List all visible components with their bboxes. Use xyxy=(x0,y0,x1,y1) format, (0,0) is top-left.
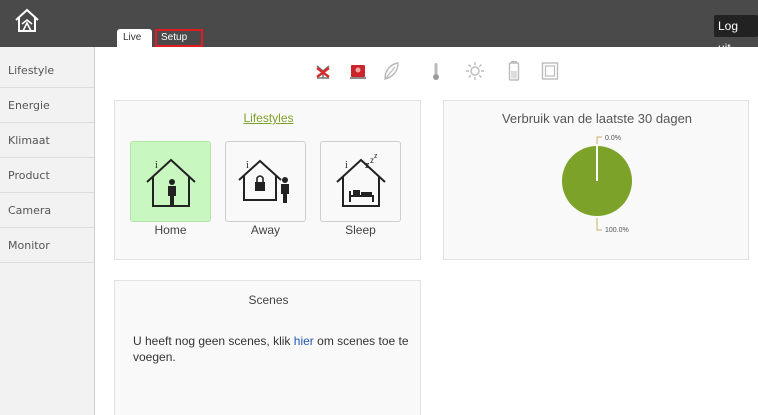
home-bed-icon: z z z i xyxy=(336,153,386,207)
sidebar-item-klimaat[interactable]: Klimaat xyxy=(0,123,94,158)
lifestyle-sleep-label: Sleep xyxy=(345,223,376,237)
window-icon[interactable] xyxy=(540,60,560,82)
network-disconnected-icon[interactable] xyxy=(313,60,333,82)
alarm-icon[interactable] xyxy=(348,60,368,82)
svg-text:i: i xyxy=(345,160,348,171)
lifestyle-away-button[interactable]: i xyxy=(225,141,306,222)
svg-text:z: z xyxy=(374,153,378,160)
lifestyle-sleep-button[interactable]: z z z i xyxy=(320,141,401,222)
lifestyles-panel: Lifestyles i Home i Away z z z i Sleep xyxy=(114,100,421,260)
thermometer-icon[interactable] xyxy=(426,60,446,82)
pie-slice-label: 0.0% xyxy=(605,135,621,142)
battery-icon[interactable] xyxy=(504,60,524,82)
scenes-add-link[interactable]: hier xyxy=(294,334,314,348)
top-bar: Live Setup Log uit xyxy=(0,0,758,55)
lifestyle-home-button[interactable]: i xyxy=(130,141,211,222)
logout-button[interactable]: Log uit xyxy=(714,15,758,55)
scenes-title: Scenes xyxy=(248,293,289,307)
sidebar: Lifestyle Energie Klimaat Product Camera… xyxy=(0,47,95,415)
pie-leader-line xyxy=(596,136,602,144)
home-person-icon: i xyxy=(146,158,196,207)
scenes-panel: Scenes U heeft nog geen scenes, klik hie… xyxy=(114,280,421,415)
pie-slice-label: 100.0% xyxy=(605,227,629,234)
tab-live[interactable]: Live xyxy=(117,29,152,47)
scenes-text-before: U heeft nog geen scenes, klik xyxy=(133,334,291,348)
leaf-icon[interactable] xyxy=(381,60,401,82)
sidebar-item-camera[interactable]: Camera xyxy=(0,193,94,228)
svg-text:i: i xyxy=(155,160,158,171)
lifestyle-home-label: Home xyxy=(154,223,187,237)
sidebar-item-product[interactable]: Product xyxy=(0,158,94,193)
sun-icon[interactable] xyxy=(465,60,485,82)
lifestyles-title-link[interactable]: Lifestyles xyxy=(115,111,422,125)
sidebar-item-lifestyle[interactable]: Lifestyle xyxy=(0,53,94,88)
home-logo-icon[interactable] xyxy=(13,7,41,35)
pie-chart: 0.0% 100.0% xyxy=(562,135,632,234)
sidebar-item-energie[interactable]: Energie xyxy=(0,88,94,123)
chart-title: Verbruik van de laatste 30 dagen xyxy=(501,111,693,126)
svg-text:i: i xyxy=(246,160,249,171)
lifestyle-away-label: Away xyxy=(250,223,281,237)
consumption-chart-panel: Verbruik van de laatste 30 dagen 0.0% 100… xyxy=(443,100,749,260)
tab-setup[interactable]: Setup xyxy=(155,29,203,47)
scenes-empty-message: U heeft nog geen scenes, klik hier om sc… xyxy=(133,333,423,365)
pie-leader-line xyxy=(596,218,602,231)
home-lock-icon: i xyxy=(238,159,289,203)
sidebar-item-monitor[interactable]: Monitor xyxy=(0,228,94,263)
